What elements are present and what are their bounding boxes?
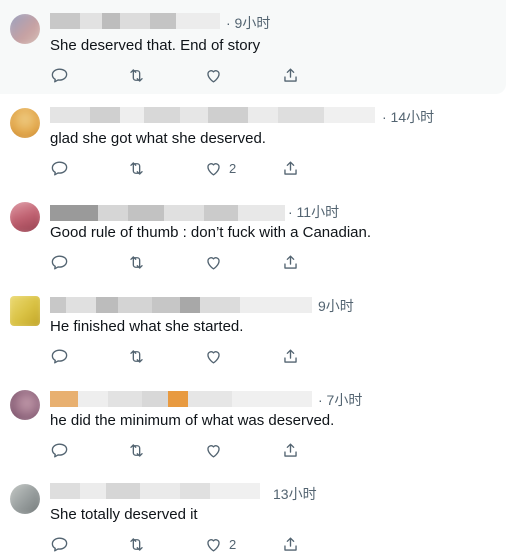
share-icon (284, 254, 297, 269)
like-count: 2 (229, 160, 237, 176)
reply-icon (51, 254, 68, 270)
blurred-username[interactable] (50, 390, 312, 408)
reply-text: She totally deserved it (50, 506, 198, 523)
reply-icon (51, 160, 68, 176)
avatar[interactable] (10, 390, 40, 420)
retweet-icon (130, 255, 143, 269)
reply-thread: · 9小时 She deserved that. End of story · … (0, 0, 506, 556)
retweet-icon (130, 68, 143, 82)
like-button[interactable]: 2 (204, 533, 236, 555)
share-button[interactable] (281, 157, 300, 179)
reply-button[interactable] (50, 251, 69, 273)
retweet-icon (130, 349, 143, 363)
reply-text: he did the minimum of what was deserved. (50, 412, 335, 429)
reply-item[interactable]: 9小时 He finished what she started. (0, 282, 506, 376)
timestamp[interactable]: · 11小时 (288, 203, 339, 221)
retweet-button[interactable] (127, 157, 146, 179)
timestamp[interactable]: · 9小时 (226, 14, 270, 32)
like-button[interactable] (204, 64, 229, 86)
reply-item[interactable]: 13小时 She totally deserved it 2 (0, 470, 506, 556)
share-icon (284, 160, 297, 175)
like-button[interactable]: 2 (204, 157, 236, 179)
reply-text: She deserved that. End of story (50, 37, 261, 54)
retweet-button[interactable] (127, 64, 146, 86)
heart-icon (207, 69, 220, 83)
share-icon (284, 348, 297, 363)
blurred-username[interactable] (50, 12, 220, 30)
reply-text: glad she got what she deserved. (50, 130, 266, 147)
blurred-username[interactable] (50, 296, 312, 314)
reply-item[interactable]: · 14小时 glad she got what she deserved. 2 (0, 94, 506, 188)
reply-icon (51, 442, 68, 458)
retweet-icon (130, 537, 143, 551)
action-bar (50, 439, 310, 461)
avatar[interactable] (10, 14, 40, 44)
share-button[interactable] (281, 439, 300, 461)
reply-icon (51, 536, 68, 552)
reply-button[interactable] (50, 345, 69, 367)
like-button[interactable] (204, 345, 229, 367)
reply-item[interactable]: · 9小时 She deserved that. End of story (0, 0, 506, 94)
share-icon (284, 442, 297, 457)
avatar[interactable] (10, 484, 40, 514)
action-bar (50, 64, 310, 86)
reply-button[interactable] (50, 157, 69, 179)
reply-item[interactable]: · 7小时 he did the minimum of what was des… (0, 376, 506, 470)
reply-icon (51, 67, 68, 83)
reply-icon (51, 348, 68, 364)
reply-button[interactable] (50, 439, 69, 461)
heart-icon (207, 538, 220, 552)
reply-button[interactable] (50, 64, 69, 86)
action-bar: 2 (50, 157, 310, 179)
timestamp[interactable]: 9小时 (318, 297, 354, 315)
retweet-button[interactable] (127, 345, 146, 367)
share-button[interactable] (281, 251, 300, 273)
avatar[interactable] (10, 108, 40, 138)
action-bar (50, 251, 310, 273)
share-button[interactable] (281, 64, 300, 86)
retweet-button[interactable] (127, 533, 146, 555)
timestamp[interactable]: · 14小时 (382, 108, 434, 126)
reply-item[interactable]: · 11小时 Good rule of thumb : don’t fuck w… (0, 188, 506, 282)
share-button[interactable] (281, 533, 300, 555)
action-bar (50, 345, 310, 367)
retweet-icon (130, 443, 143, 457)
reply-text: Good rule of thumb : don’t fuck with a C… (50, 224, 372, 241)
share-button[interactable] (281, 345, 300, 367)
like-button[interactable] (204, 439, 229, 461)
action-bar: 2 (50, 533, 310, 555)
retweet-button[interactable] (127, 439, 146, 461)
share-icon (284, 67, 297, 82)
heart-icon (207, 350, 220, 364)
avatar[interactable] (10, 296, 40, 326)
timestamp[interactable]: · 7小时 (318, 391, 362, 409)
like-count: 2 (229, 536, 237, 552)
blurred-username[interactable] (50, 106, 375, 124)
heart-icon (207, 256, 220, 270)
heart-icon (207, 162, 220, 176)
retweet-icon (130, 161, 143, 175)
reply-text: He finished what she started. (50, 318, 244, 335)
blurred-username[interactable] (50, 482, 260, 500)
avatar[interactable] (10, 202, 40, 232)
share-icon (284, 536, 297, 551)
timestamp[interactable]: 13小时 (273, 485, 317, 503)
heart-icon (207, 444, 220, 458)
blurred-username[interactable] (50, 204, 285, 222)
like-button[interactable] (204, 251, 229, 273)
reply-button[interactable] (50, 533, 69, 555)
retweet-button[interactable] (127, 251, 146, 273)
